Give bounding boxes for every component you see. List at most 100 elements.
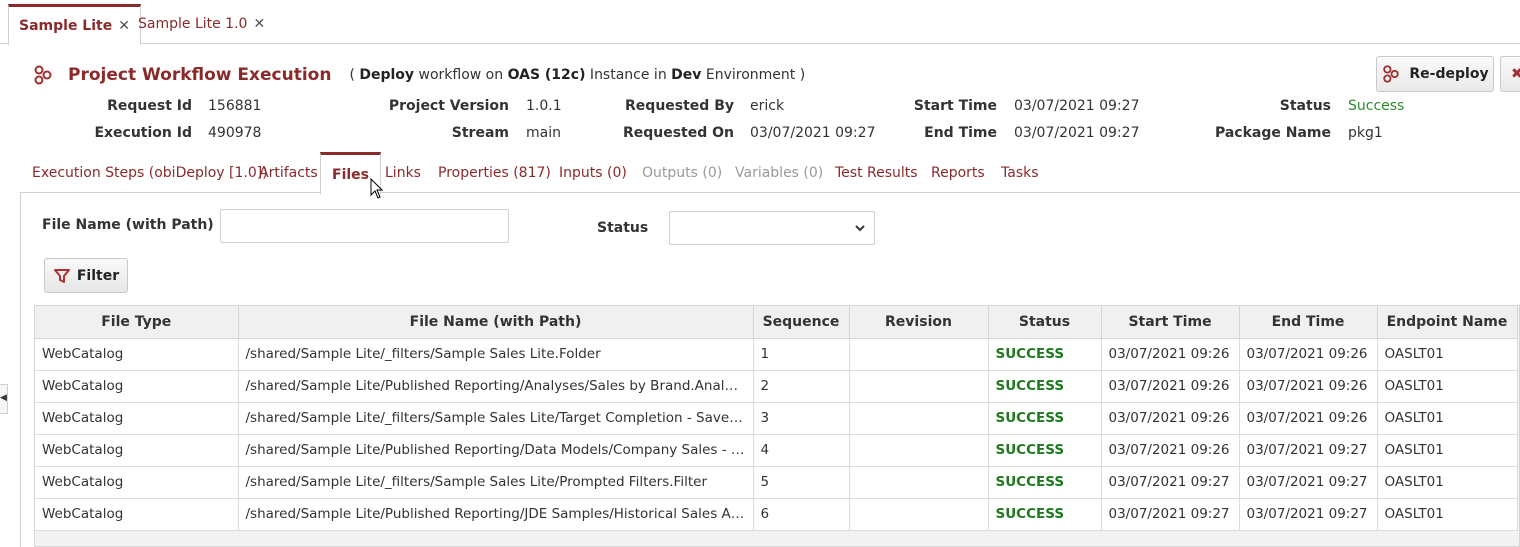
tab-variables[interactable]: Variables (0) (724, 152, 834, 193)
cell-start-time: 03/07/2021 09:26 (1101, 370, 1240, 403)
request-id-label: Request Id (107, 98, 192, 114)
cell-status: SUCCESS (988, 434, 1102, 467)
column-header-endpoint-name[interactable]: Endpoint Name (1377, 306, 1518, 339)
cell-end-time: 03/07/2021 09:27 (1239, 466, 1378, 499)
tab-tasks[interactable]: Tasks (990, 152, 1050, 193)
end-time-label: End Time (924, 125, 997, 141)
doc-tab-sample-lite-1-0[interactable]: Sample Lite 1.0 ✕ (128, 4, 275, 44)
file-name-input[interactable] (220, 209, 509, 243)
filter-button[interactable]: Filter (44, 258, 128, 293)
cell-file-name: /shared/Sample Lite/Published Reporting/… (238, 498, 754, 531)
cell-file-type: WebCatalog (35, 498, 239, 531)
cell-status: SUCCESS (988, 466, 1102, 499)
tab-inputs[interactable]: Inputs (0) (548, 152, 638, 193)
table-row[interactable]: WebCatalog /shared/Sample Lite/_filters/… (35, 466, 1518, 499)
cell-start-time: 03/07/2021 09:26 (1101, 338, 1240, 371)
column-header-status[interactable]: Status (988, 306, 1102, 339)
cell-revision (849, 466, 989, 499)
cell-endpoint-name: OASLT01 (1377, 338, 1518, 371)
table-row[interactable]: WebCatalog /shared/Sample Lite/Published… (35, 434, 1518, 467)
execution-id-value: 490978 (208, 125, 262, 141)
package-name-value: pkg1 (1348, 125, 1383, 141)
cell-revision (849, 370, 989, 403)
start-time-label: Start Time (913, 98, 997, 114)
cell-file-name: /shared/Sample Lite/_filters/Sample Sale… (238, 338, 754, 371)
tab-artifacts[interactable]: Artifacts (248, 152, 329, 193)
cell-revision (849, 434, 989, 467)
cell-endpoint-name: OASLT01 (1377, 370, 1518, 403)
cell-status: SUCCESS (988, 402, 1102, 435)
cell-sequence: 2 (753, 370, 850, 403)
cell-end-time: 03/07/2021 09:26 (1239, 370, 1378, 403)
file-name-filter-label: File Name (with Path) (42, 217, 214, 233)
cell-endpoint-name: OASLT01 (1377, 466, 1518, 499)
tab-reports[interactable]: Reports (920, 152, 996, 193)
cell-file-name: /shared/Sample Lite/Published Reporting/… (238, 434, 754, 467)
cell-sequence: 6 (753, 498, 850, 531)
cell-start-time: 03/07/2021 09:27 (1101, 466, 1240, 499)
close-icon[interactable]: ✕ (253, 16, 265, 32)
cell-status: SUCCESS (988, 338, 1102, 371)
cell-file-name: /shared/Sample Lite/_filters/Sample Sale… (238, 402, 754, 435)
cell-sequence: 5 (753, 466, 850, 499)
start-time-value: 03/07/2021 09:27 (1014, 98, 1140, 114)
requested-on-value: 03/07/2021 09:27 (750, 125, 876, 141)
cell-start-time: 03/07/2021 09:26 (1101, 434, 1240, 467)
table-row[interactable]: WebCatalog /shared/Sample Lite/_filters/… (35, 338, 1518, 371)
requested-on-label: Requested On (622, 125, 734, 141)
cell-revision (849, 402, 989, 435)
table-row[interactable]: WebCatalog /shared/Sample Lite/Published… (35, 498, 1518, 531)
column-header-file-name[interactable]: File Name (with Path) (238, 306, 754, 339)
status-badge: Success (1348, 98, 1405, 114)
cell-sequence: 1 (753, 338, 850, 371)
cell-end-time: 03/07/2021 09:27 (1239, 498, 1378, 531)
column-header-start-time[interactable]: Start Time (1101, 306, 1240, 339)
funnel-icon (53, 268, 70, 283)
redeploy-button[interactable]: Re-deploy (1376, 56, 1494, 92)
tab-properties[interactable]: Properties (817) (427, 152, 562, 193)
column-header-sequence[interactable]: Sequence (753, 306, 850, 339)
request-id-value: 156881 (208, 98, 262, 114)
cell-file-type: WebCatalog (35, 338, 239, 371)
cell-file-name: /shared/Sample Lite/Published Reporting/… (238, 370, 754, 403)
cell-start-time: 03/07/2021 09:27 (1101, 498, 1240, 531)
execution-id-label: Execution Id (94, 125, 192, 141)
cell-sequence: 4 (753, 434, 850, 467)
cell-end-time: 03/07/2021 09:26 (1239, 402, 1378, 435)
pin-icon: ✖ (1511, 66, 1520, 82)
status-select[interactable] (669, 211, 875, 245)
cell-file-type: WebCatalog (35, 370, 239, 403)
more-actions-button[interactable]: ✖ (1500, 56, 1520, 92)
end-time-value: 03/07/2021 09:27 (1014, 125, 1140, 141)
table-header-row: File Type File Name (with Path) Sequence… (35, 306, 1518, 339)
tab-test-results[interactable]: Test Results (824, 152, 929, 193)
doc-tab-label: Sample Lite 1.0 (138, 16, 248, 32)
mouse-cursor-icon (370, 178, 384, 199)
table-row[interactable]: WebCatalog /shared/Sample Lite/Published… (35, 370, 1518, 403)
status-label: Status (1279, 98, 1331, 114)
collapse-panel-handle[interactable]: ◀ (0, 384, 8, 414)
project-version-value: 1.0.1 (526, 98, 562, 114)
page-title: Project Workflow Execution (68, 65, 332, 85)
header-title-row: Project Workflow Execution ( Deploy work… (32, 62, 805, 88)
cell-end-time: 03/07/2021 09:27 (1239, 434, 1378, 467)
files-table: File Type File Name (with Path) Sequence… (34, 305, 1520, 547)
cell-revision (849, 498, 989, 531)
column-header-revision[interactable]: Revision (849, 306, 989, 339)
chevron-down-icon (855, 225, 865, 232)
table-row[interactable]: WebCatalog /shared/Sample Lite/_filters/… (35, 402, 1518, 435)
column-header-file-type[interactable]: File Type (35, 306, 239, 339)
tab-outputs[interactable]: Outputs (0) (631, 152, 733, 193)
status-filter-label: Status (597, 220, 649, 236)
doc-tab-label: Sample Lite (19, 18, 113, 34)
cell-revision (849, 338, 989, 371)
column-header-end-time[interactable]: End Time (1239, 306, 1378, 339)
caret-left-icon: ◀ (0, 393, 7, 403)
cell-file-name: /shared/Sample Lite/_filters/Sample Sale… (238, 466, 754, 499)
stream-value: main (526, 125, 561, 141)
requested-by-value: erick (750, 98, 785, 114)
tab-execution-steps[interactable]: Execution Steps (obiDeploy [1.0]) (21, 152, 279, 193)
redeploy-label: Re-deploy (1409, 66, 1489, 82)
cell-sequence: 3 (753, 402, 850, 435)
doc-tab-sample-lite[interactable]: Sample Lite ✕ (8, 4, 141, 45)
